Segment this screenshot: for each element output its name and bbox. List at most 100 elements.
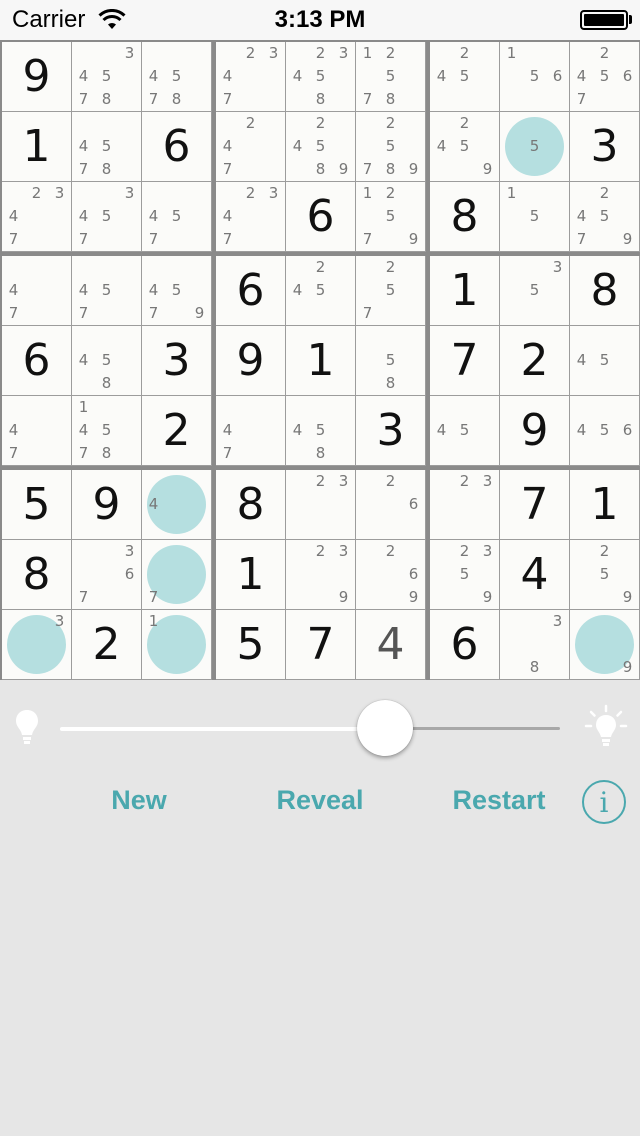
sudoku-cell[interactable]: 5 bbox=[500, 112, 570, 182]
sudoku-cell[interactable]: 2456 7 bbox=[570, 42, 640, 112]
sudoku-cell[interactable]: 3 bbox=[142, 326, 212, 396]
sudoku-cell[interactable]: 3 bbox=[2, 610, 72, 680]
sudoku-cell[interactable]: 23 4 7 bbox=[216, 42, 286, 112]
pencil-mark: 2 bbox=[315, 472, 326, 491]
sudoku-cell[interactable]: 45 bbox=[430, 396, 500, 466]
new-game-button[interactable]: New bbox=[59, 785, 219, 816]
sudoku-cell[interactable]: 23 bbox=[286, 470, 356, 540]
sudoku-cell[interactable]: 9 bbox=[72, 470, 142, 540]
pencil-mark: 4 bbox=[148, 67, 159, 86]
sudoku-cell[interactable]: 3 4578 bbox=[72, 42, 142, 112]
brightness-slider-thumb[interactable] bbox=[357, 700, 413, 756]
sudoku-cell[interactable]: 9 bbox=[500, 396, 570, 466]
sudoku-cell[interactable]: 9 bbox=[570, 610, 640, 680]
sudoku-cell[interactable]: 2 59 bbox=[570, 540, 640, 610]
sudoku-cell[interactable]: 1 4578 bbox=[72, 396, 142, 466]
sudoku-cell[interactable]: 6 bbox=[2, 326, 72, 396]
sudoku-cell[interactable]: 3 457 bbox=[72, 182, 142, 252]
sudoku-cell[interactable]: 45 8 bbox=[286, 396, 356, 466]
sudoku-cell[interactable]: 245 bbox=[286, 256, 356, 326]
pencil-mark: 5 bbox=[599, 565, 610, 584]
sudoku-cell[interactable]: 9 bbox=[216, 326, 286, 396]
sudoku-cell[interactable]: 5 bbox=[216, 610, 286, 680]
sudoku-cell[interactable]: 4 bbox=[356, 610, 426, 680]
sudoku-cell[interactable]: 2457 9 bbox=[570, 182, 640, 252]
sudoku-cell[interactable]: 12 57 9 bbox=[356, 182, 426, 252]
cell-value: 4 bbox=[376, 619, 405, 670]
restart-button[interactable]: Restart bbox=[419, 785, 579, 816]
sudoku-cell[interactable]: 2 bbox=[500, 326, 570, 396]
sudoku-cell[interactable]: 457 bbox=[142, 182, 212, 252]
sudoku-cell[interactable]: 2359 bbox=[430, 540, 500, 610]
sudoku-cell[interactable]: 7 bbox=[500, 470, 570, 540]
sudoku-cell[interactable]: 35 bbox=[500, 256, 570, 326]
sudoku-cell[interactable]: 4 bbox=[142, 470, 212, 540]
pencil-mark: 1 bbox=[362, 184, 373, 203]
sudoku-cell[interactable]: 58 bbox=[356, 326, 426, 396]
sudoku-cell[interactable]: 47 bbox=[2, 256, 72, 326]
sudoku-cell[interactable]: 7 bbox=[430, 326, 500, 396]
sudoku-cell[interactable]: 2 bbox=[72, 610, 142, 680]
sudoku-cell[interactable]: 38 bbox=[500, 610, 570, 680]
battery-icon bbox=[580, 10, 628, 30]
sudoku-cell[interactable]: 3 6 7 bbox=[72, 540, 142, 610]
sudoku-cell[interactable]: 24 7 bbox=[216, 112, 286, 182]
pencil-mark: 5 bbox=[171, 67, 182, 86]
sudoku-cell[interactable]: 26 bbox=[356, 470, 426, 540]
cell-value: 1 bbox=[306, 335, 335, 386]
info-icon[interactable]: i bbox=[582, 780, 626, 824]
sudoku-cell[interactable]: 4 bbox=[500, 540, 570, 610]
sudoku-cell[interactable]: 245 89 bbox=[286, 112, 356, 182]
sudoku-cell[interactable]: 6 bbox=[286, 182, 356, 252]
sudoku-cell[interactable]: 23 4 7 bbox=[2, 182, 72, 252]
sudoku-cell[interactable]: 47 bbox=[216, 396, 286, 466]
sudoku-cell[interactable]: 2 57 bbox=[356, 256, 426, 326]
sudoku-cell[interactable]: 2 bbox=[142, 396, 212, 466]
sudoku-cell[interactable]: 47 bbox=[2, 396, 72, 466]
sudoku-cell[interactable]: 45 bbox=[570, 326, 640, 396]
sudoku-cell[interactable]: 245 bbox=[430, 42, 500, 112]
pencil-mark: 4 bbox=[8, 421, 19, 440]
sudoku-cell[interactable]: 2459 bbox=[430, 112, 500, 182]
pencil-mark: 2 bbox=[385, 184, 396, 203]
sudoku-cell[interactable]: 3 bbox=[570, 112, 640, 182]
sudoku-cell[interactable]: 8 bbox=[216, 470, 286, 540]
sudoku-cell[interactable]: 2 5789 bbox=[356, 112, 426, 182]
sudoku-cell[interactable]: 1 bbox=[570, 470, 640, 540]
sudoku-cell[interactable]: 23 4 7 bbox=[216, 182, 286, 252]
sudoku-cell[interactable]: 1 bbox=[2, 112, 72, 182]
sudoku-cell[interactable]: 1 bbox=[430, 256, 500, 326]
sudoku-cell[interactable]: 26 9 bbox=[356, 540, 426, 610]
sudoku-cell[interactable]: 8 bbox=[430, 182, 500, 252]
sudoku-cell[interactable]: 3 bbox=[356, 396, 426, 466]
sudoku-cell[interactable]: 8 bbox=[570, 256, 640, 326]
sudoku-cell[interactable]: 6 bbox=[216, 256, 286, 326]
sudoku-cell[interactable]: 1 bbox=[216, 540, 286, 610]
sudoku-cell[interactable]: 23 9 bbox=[286, 540, 356, 610]
sudoku-cell[interactable]: 6 bbox=[142, 112, 212, 182]
sudoku-cell[interactable]: 457 9 bbox=[142, 256, 212, 326]
sudoku-cell[interactable]: 12 578 bbox=[356, 42, 426, 112]
sudoku-cell[interactable]: 7 bbox=[142, 540, 212, 610]
pencil-mark: 4 bbox=[148, 207, 159, 226]
sudoku-cell[interactable]: 1 bbox=[142, 610, 212, 680]
sudoku-cell[interactable]: 45 8 bbox=[72, 326, 142, 396]
sudoku-cell[interactable]: 1 bbox=[286, 326, 356, 396]
sudoku-cell[interactable]: 15 bbox=[500, 182, 570, 252]
sudoku-cell[interactable]: 456 bbox=[570, 396, 640, 466]
sudoku-cell[interactable]: 4578 bbox=[72, 112, 142, 182]
reveal-button[interactable]: Reveal bbox=[240, 785, 400, 816]
sudoku-cell[interactable]: 23 bbox=[430, 470, 500, 540]
sudoku-cell[interactable]: 9 bbox=[2, 42, 72, 112]
sudoku-cell[interactable]: 156 bbox=[500, 42, 570, 112]
sudoku-cell[interactable]: 457 bbox=[72, 256, 142, 326]
sudoku-cell[interactable]: 5 bbox=[2, 470, 72, 540]
pencil-mark: 3 bbox=[124, 44, 135, 63]
sudoku-cell[interactable]: 4578 bbox=[142, 42, 212, 112]
pencil-mark: 2 bbox=[599, 184, 610, 203]
sudoku-cell[interactable]: 8 bbox=[2, 540, 72, 610]
sudoku-cell[interactable]: 23 45 8 bbox=[286, 42, 356, 112]
sudoku-cell[interactable]: 6 bbox=[430, 610, 500, 680]
sudoku-cell[interactable]: 7 bbox=[286, 610, 356, 680]
pencil-mark: 2 bbox=[385, 472, 396, 491]
